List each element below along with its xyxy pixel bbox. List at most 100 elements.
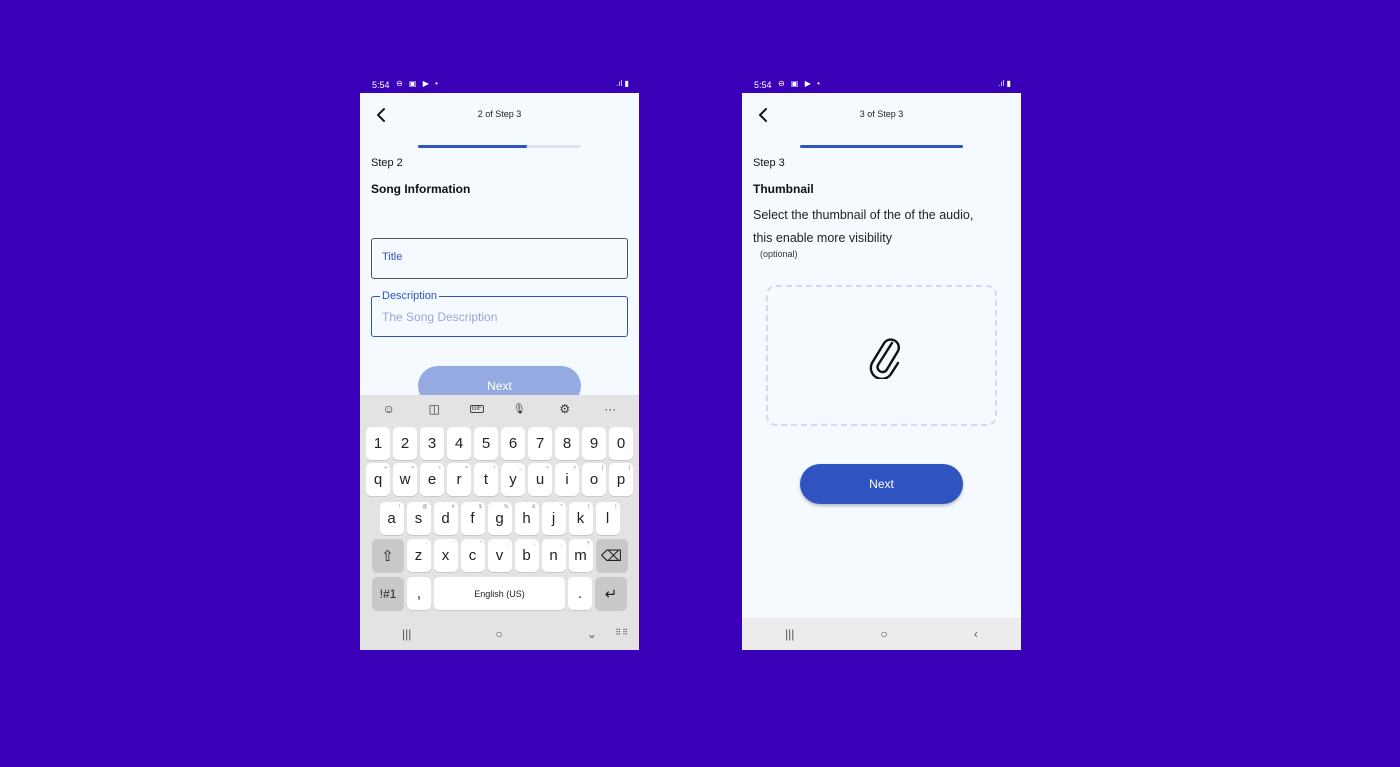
status-icons: ⊖ ▣ ▶ • <box>396 79 440 88</box>
key-label: o <box>589 471 599 488</box>
symbols-key[interactable]: !#1 <box>372 577 404 610</box>
key-2[interactable]: 2 <box>393 427 417 460</box>
step-progress-bar <box>800 145 963 148</box>
microphone-icon[interactable]: 🎙 <box>509 404 529 415</box>
sticker-icon[interactable]: ◫ <box>424 402 444 416</box>
comma-key[interactable]: , <box>407 577 431 610</box>
key-label: c <box>468 547 477 564</box>
recent-apps-icon[interactable]: ||| <box>402 627 411 641</box>
key-alt-symbol: ÷ <box>438 465 441 471</box>
description-field-label: Description <box>380 290 440 302</box>
on-screen-keyboard: ☺ ◫ GIF 🎙 ⚙ ··· 1234567890 + q × w ÷ e = r / t _ y <… <box>360 395 639 650</box>
key-w[interactable]: × w <box>393 463 417 496</box>
status-icons: ⊖ ▣ ▶ • <box>778 79 822 88</box>
key-v[interactable]: :v <box>487 539 512 572</box>
key-g[interactable]: % g <box>487 502 512 535</box>
key-x[interactable]: ' x <box>433 539 458 572</box>
key-7[interactable]: 7 <box>528 427 552 460</box>
key-f[interactable]: $ f <box>460 502 485 535</box>
key-alt-symbol: × <box>411 465 414 471</box>
home-icon[interactable]: ○ <box>496 627 503 641</box>
key-1[interactable]: 1 <box>366 427 390 460</box>
key-alt-symbol: , <box>561 541 563 547</box>
description-text-line-1: Select the thumbnail of the of the audio… <box>753 208 974 222</box>
key-label: a <box>387 510 396 527</box>
signal-battery-icon: .ıl ▮ <box>616 79 629 88</box>
space-key[interactable]: English (US) <box>434 577 565 610</box>
page-title: 2 of Step 3 <box>477 109 522 119</box>
key-label: f <box>470 510 475 527</box>
key-8[interactable]: 8 <box>555 427 579 460</box>
key-b[interactable]: ; b <box>514 539 539 572</box>
step-label: Step 3 <box>753 157 785 169</box>
key-a[interactable]: ! a <box>379 502 404 535</box>
key-9[interactable]: 9 <box>582 427 606 460</box>
key-j[interactable]: * j <box>541 502 566 535</box>
key-z[interactable]: -z <box>406 539 431 572</box>
key-label: n <box>549 547 558 564</box>
key-r[interactable]: = r <box>447 463 471 496</box>
key-m[interactable]: ? m <box>568 539 593 572</box>
qwerty-row: + q × w ÷ e = r / t _ y < u > i[o] p <box>360 463 639 496</box>
key-label: t <box>483 471 489 488</box>
key-alt-symbol: ! <box>399 504 401 510</box>
key-p[interactable]: ] p <box>609 463 633 496</box>
backspace-key[interactable]: ⌫ <box>595 539 628 572</box>
settings-gear-icon[interactable]: ⚙ <box>555 402 575 416</box>
shift-key[interactable]: ⇧ <box>371 539 404 572</box>
key-alt-symbol: # <box>451 504 455 510</box>
key-o[interactable]: [o <box>582 463 606 496</box>
key-y[interactable]: _ y <box>501 463 525 496</box>
key-u[interactable]: < u <box>528 463 552 496</box>
section-title: Song Information <box>371 182 471 196</box>
home-icon[interactable]: ○ <box>881 627 888 641</box>
key-6[interactable]: 6 <box>501 427 525 460</box>
period-key[interactable]: . <box>568 577 592 610</box>
key-s[interactable]: @ s <box>406 502 431 535</box>
key-c[interactable]: " c <box>460 539 485 572</box>
key-e[interactable]: ÷ e <box>420 463 444 496</box>
key-h[interactable]: & h <box>514 502 539 535</box>
status-time: 5:54 <box>372 80 390 90</box>
key-label: z <box>414 547 423 564</box>
gif-icon[interactable]: GIF <box>469 405 484 413</box>
key-label: b <box>522 547 531 564</box>
key-alt-symbol: ) <box>614 504 617 510</box>
title-field[interactable]: Title <box>371 238 628 279</box>
key-label: v <box>495 547 504 564</box>
key-label: y <box>509 471 517 488</box>
key-alt-symbol: " <box>479 541 482 547</box>
step-3-screen: 3 of Step 3 Step 3 Thumbnail Select the … <box>742 93 1021 650</box>
title-field-label: Title <box>382 251 403 263</box>
enter-key[interactable]: ↵ <box>595 577 627 610</box>
bottom-key-row: !#1 , English (US) . ↵ <box>360 577 639 610</box>
emoji-icon[interactable]: ☺ <box>379 402 399 416</box>
description-field[interactable]: Description The Song Description <box>371 290 628 337</box>
key-i[interactable]: > i <box>555 463 579 496</box>
page-title: 3 of Step 3 <box>859 109 904 119</box>
status-bar: 5:54 ⊖ ▣ ▶ • .ıl ▮ <box>360 77 639 93</box>
key-q[interactable]: + q <box>366 463 390 496</box>
key-4[interactable]: 4 <box>447 427 471 460</box>
thumbnail-upload-area[interactable] <box>766 285 997 426</box>
key-label: l <box>605 510 610 527</box>
more-options-icon[interactable]: ··· <box>600 402 620 416</box>
key-k[interactable]: (k <box>568 502 593 535</box>
key-0[interactable]: 0 <box>609 427 633 460</box>
key-3[interactable]: 3 <box>420 427 444 460</box>
key-5[interactable]: 5 <box>474 427 498 460</box>
recent-apps-icon[interactable]: ||| <box>785 627 794 641</box>
next-button[interactable]: Next <box>800 464 963 504</box>
key-alt-symbol: * <box>560 504 563 510</box>
keyboard-switch-icon[interactable]: ⠿⠿ <box>615 628 629 637</box>
key-t[interactable]: / t <box>474 463 498 496</box>
key-label: k <box>576 510 585 527</box>
key-n[interactable]: ,n <box>541 539 566 572</box>
key-l[interactable]: ) l <box>595 502 620 535</box>
left-phone: 5:54 ⊖ ▣ ▶ • .ıl ▮ 2 of Step 3 Step 2 So… <box>360 77 639 650</box>
back-icon[interactable]: ‹ <box>974 627 978 641</box>
hide-keyboard-icon[interactable]: ⌄ <box>587 627 597 641</box>
progress-fill <box>418 145 528 148</box>
key-label: p <box>616 471 626 488</box>
key-d[interactable]: # d <box>433 502 458 535</box>
